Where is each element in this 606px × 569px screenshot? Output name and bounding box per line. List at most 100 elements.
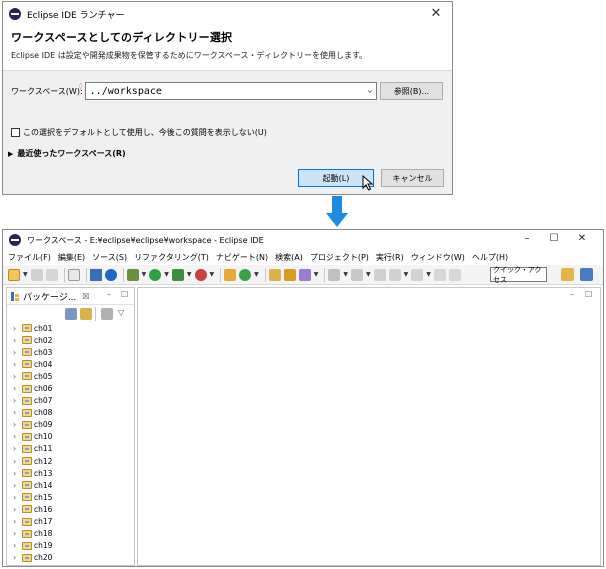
- tree-item-project[interactable]: › ch03: [13, 346, 134, 358]
- tree-item-project[interactable]: › ch14: [13, 479, 134, 491]
- run-icon[interactable]: [149, 268, 162, 281]
- dropdown-arrow-icon[interactable]: ▼: [23, 271, 28, 278]
- tree-item-project[interactable]: › ch11: [13, 443, 134, 455]
- new-class-icon[interactable]: [239, 268, 252, 281]
- chevron-right-icon[interactable]: ›: [13, 553, 22, 562]
- tree-item-project[interactable]: › ch15: [13, 491, 134, 503]
- close-icon[interactable]: ✕: [575, 233, 589, 244]
- default-option[interactable]: この選択をデフォルトとして使用し、今後この質問を表示しない(U): [11, 127, 267, 138]
- package-explorer-tab[interactable]: パッケージ... ☒: [7, 288, 134, 305]
- save-all-icon[interactable]: [45, 268, 58, 281]
- tree-item-project[interactable]: › ch01: [13, 322, 134, 334]
- tree-item-project[interactable]: › ch19: [13, 540, 134, 552]
- chevron-right-icon[interactable]: ›: [13, 372, 22, 381]
- menu-window[interactable]: ウィンドウ(W): [411, 252, 465, 263]
- open-type-icon[interactable]: [268, 268, 281, 281]
- tree-item-project[interactable]: › ch13: [13, 467, 134, 479]
- chevron-right-icon[interactable]: ›: [13, 420, 22, 429]
- chevron-right-icon[interactable]: ›: [13, 481, 22, 490]
- menu-file[interactable]: ファイル(F): [8, 252, 51, 263]
- browse-button[interactable]: 参照(B)...: [380, 82, 443, 100]
- chevron-right-icon[interactable]: ›: [13, 493, 22, 502]
- chevron-right-icon[interactable]: ›: [13, 444, 22, 453]
- menu-edit[interactable]: 編集(E): [58, 252, 85, 263]
- chevron-right-icon[interactable]: ›: [13, 505, 22, 514]
- new-icon[interactable]: [8, 268, 20, 281]
- chevron-right-icon[interactable]: ›: [13, 396, 22, 405]
- maximize-icon[interactable]: ☐: [547, 233, 561, 244]
- minimize-view-icon[interactable]: –: [107, 290, 111, 299]
- tree-item-project[interactable]: › ch05: [13, 370, 134, 382]
- chevron-right-icon[interactable]: ›: [13, 517, 22, 526]
- tree-item-project[interactable]: › ch04: [13, 358, 134, 370]
- tree-item-project[interactable]: › ch20: [13, 552, 134, 564]
- default-checkbox[interactable]: [11, 128, 20, 137]
- minimize-editor-icon[interactable]: –: [570, 290, 574, 299]
- dropdown-arrow-icon[interactable]: ▼: [404, 271, 409, 278]
- chevron-right-icon[interactable]: ›: [13, 360, 22, 369]
- tree-item-project[interactable]: › ch17: [13, 516, 134, 528]
- forward-icon[interactable]: [411, 268, 424, 281]
- pin-editor-icon[interactable]: [433, 268, 446, 281]
- dropdown-arrow-icon[interactable]: ▼: [366, 271, 371, 278]
- new-package-icon[interactable]: [224, 268, 237, 281]
- recent-workspaces-toggle[interactable]: ▶ 最近使ったワークスペース(R): [8, 148, 126, 159]
- chevron-right-icon[interactable]: ›: [13, 324, 22, 333]
- tree-item-project[interactable]: › ch09: [13, 419, 134, 431]
- dropdown-arrow-icon[interactable]: ▼: [142, 271, 147, 278]
- menu-project[interactable]: プロジェクト(P): [310, 252, 369, 263]
- menu-help[interactable]: ヘルプ(H): [472, 252, 508, 263]
- dropdown-arrow-icon[interactable]: ▼: [187, 271, 192, 278]
- chevron-right-icon[interactable]: ›: [13, 529, 22, 538]
- minimize-icon[interactable]: –: [520, 233, 534, 244]
- dropdown-arrow-icon[interactable]: ▼: [210, 271, 215, 278]
- chevron-right-icon[interactable]: ›: [13, 541, 22, 550]
- tree-item-project[interactable]: › ch10: [13, 431, 134, 443]
- focus-icon[interactable]: [101, 308, 113, 320]
- next-annotation-icon[interactable]: [328, 268, 341, 281]
- dropdown-arrow-icon[interactable]: ▼: [254, 271, 259, 278]
- java-perspective-icon[interactable]: [580, 268, 593, 281]
- tree-item-project[interactable]: › ch08: [13, 407, 134, 419]
- chevron-right-icon[interactable]: ›: [13, 348, 22, 357]
- chevron-right-icon[interactable]: ›: [13, 432, 22, 441]
- tree-item-project[interactable]: › ch06: [13, 382, 134, 394]
- chevron-right-icon[interactable]: ›: [13, 469, 22, 478]
- save-icon[interactable]: [30, 268, 43, 281]
- previous-annotation-icon[interactable]: [351, 268, 363, 281]
- external-tools-icon[interactable]: [194, 268, 207, 281]
- dropdown-arrow-icon[interactable]: ▼: [426, 271, 431, 278]
- open-perspective-icon[interactable]: [561, 268, 574, 281]
- close-icon[interactable]: ✕: [428, 6, 444, 21]
- quick-access-input[interactable]: クイック・アクセス: [490, 266, 547, 284]
- search-icon[interactable]: [298, 268, 311, 281]
- coverage-icon[interactable]: [171, 268, 184, 281]
- chevron-down-icon[interactable]: ⌄: [367, 84, 372, 97]
- open-task-icon[interactable]: [283, 268, 296, 281]
- collapse-all-icon[interactable]: [65, 308, 77, 320]
- menu-search[interactable]: 検索(A): [275, 252, 303, 263]
- menu-refactor[interactable]: リファクタリング(T): [134, 252, 209, 263]
- workspace-combo[interactable]: ◊ ../workspace ⌄: [79, 82, 377, 100]
- chevron-right-icon[interactable]: ›: [13, 384, 22, 393]
- link-with-editor-icon[interactable]: [80, 308, 92, 320]
- chevron-right-icon[interactable]: ›: [13, 336, 22, 345]
- back-icon[interactable]: [388, 268, 401, 281]
- tree-item-project[interactable]: › ch02: [13, 334, 134, 346]
- dropdown-arrow-icon[interactable]: ▼: [343, 271, 348, 278]
- debug-icon[interactable]: [126, 268, 139, 281]
- tree-item-project[interactable]: › ch12: [13, 455, 134, 467]
- dropdown-arrow-icon[interactable]: ▼: [314, 271, 319, 278]
- toggle-mark-icon[interactable]: [448, 268, 461, 281]
- dropdown-arrow-icon[interactable]: ▼: [164, 271, 169, 278]
- menu-source[interactable]: ソース(S): [92, 252, 127, 263]
- cancel-button[interactable]: キャンセル: [381, 169, 444, 187]
- chevron-right-icon[interactable]: ›: [13, 457, 22, 466]
- link-icon[interactable]: [89, 268, 102, 281]
- view-menu-icon[interactable]: ▽: [118, 308, 124, 317]
- tree-item-project[interactable]: › ch18: [13, 528, 134, 540]
- tree-item-project[interactable]: › ch16: [13, 503, 134, 515]
- close-view-icon[interactable]: ☒: [82, 292, 89, 301]
- last-edit-icon[interactable]: [373, 268, 386, 281]
- maximize-view-icon[interactable]: ☐: [121, 290, 128, 299]
